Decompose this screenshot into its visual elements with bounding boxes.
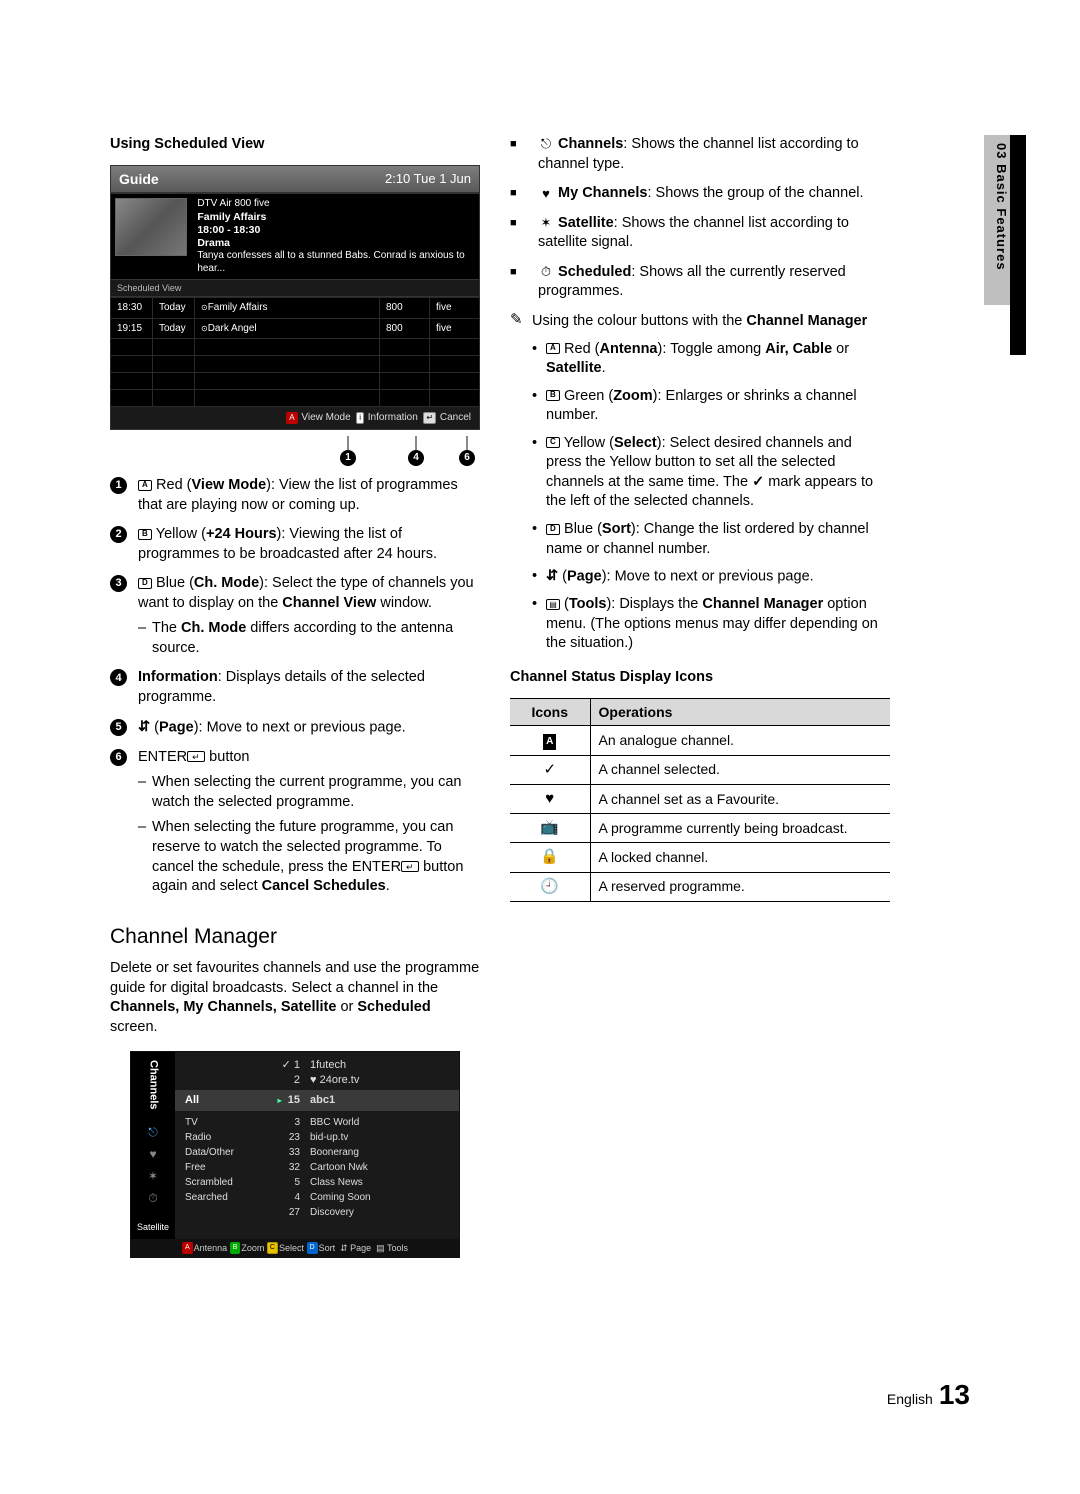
colour-buttons-list: Red (Antenna): Toggle among Air, Cable o… xyxy=(510,340,890,654)
guide-callout-pointers: 1 4 6 xyxy=(110,436,480,466)
channel-manager-heading: Channel Manager xyxy=(110,923,480,951)
cm-satellite-label: Satellite xyxy=(137,1217,169,1239)
guide-prog-genre: Drama xyxy=(197,237,473,250)
guide-panel: Guide 2:10 Tue 1 Jun DTV Air 800 five Fa… xyxy=(110,165,480,430)
guide-prog-time: 18:00 - 18:30 xyxy=(197,224,473,237)
scheduled-view-label: Scheduled View xyxy=(110,280,480,297)
callout-item: Yellow (+24 Hours): Viewing the list of … xyxy=(110,525,480,564)
colour-button-item: Red (Antenna): Toggle among Air, Cable o… xyxy=(532,340,890,379)
channel-type-list: ⎋ Channels: Shows the channel list accor… xyxy=(510,135,890,302)
chapter-tab: 03 Basic Features xyxy=(984,135,1010,305)
callout-item: Red (View Mode): View the list of progra… xyxy=(110,476,480,515)
callout-item: Information: Displays details of the sel… xyxy=(110,668,480,707)
cm-bottom-bar: AAntenna BZoom CSelect DSort ⇵ Page ▤ To… xyxy=(131,1239,459,1258)
guide-clock: 2:10 Tue 1 Jun xyxy=(385,170,471,189)
callout-item: ENTER buttonWhen selecting the current p… xyxy=(110,748,480,897)
cm-side-label: Channels xyxy=(146,1052,161,1118)
status-icons-table: IconsOperations An analogue channel.✓A c… xyxy=(510,698,890,902)
channel-type-item: ♥ My Channels: Shows the group of the ch… xyxy=(510,184,890,204)
channel-manager-panel: Channels ⎋♥✶⏱ Satellite ✓ 121futech♥ 24o… xyxy=(130,1051,460,1258)
colour-button-item: (Tools): Displays the Channel Manager op… xyxy=(532,595,890,654)
callout-item: (Page): Move to next or previous page. xyxy=(110,718,480,738)
colour-button-item: Green (Zoom): Enlarges or shrinks a chan… xyxy=(532,387,890,426)
colour-button-item: Yellow (Select): Select desired channels… xyxy=(532,434,890,512)
scheduled-view-heading: Using Scheduled View xyxy=(110,135,480,155)
guide-thumbnail xyxy=(115,198,187,256)
channel-manager-intro: Delete or set favourites channels and us… xyxy=(110,959,480,1037)
guide-title: Guide xyxy=(119,170,159,189)
channel-type-item: ⎋ Channels: Shows the channel list accor… xyxy=(510,135,890,174)
guide-schedule-table: 18:30Today⊙Family Affairs800five 19:15To… xyxy=(110,297,480,407)
colour-button-item: Blue (Sort): Change the list ordered by … xyxy=(532,520,890,559)
colour-button-item: (Page): Move to next or previous page. xyxy=(532,567,890,587)
guide-prog-desc: Tanya confesses all to a stunned Babs. C… xyxy=(197,250,473,275)
callout-item: Blue (Ch. Mode): Select the type of chan… xyxy=(110,574,480,658)
cm-side-icons: ⎋♥✶⏱ xyxy=(148,1118,158,1217)
colour-buttons-note: Using the colour buttons with the Channe… xyxy=(510,312,890,332)
guide-callout-list: Red (View Mode): View the list of progra… xyxy=(110,476,480,897)
guide-source: DTV Air 800 five xyxy=(197,198,473,211)
channel-type-item: ⏱ Scheduled: Shows all the currently res… xyxy=(510,263,890,302)
status-icons-heading: Channel Status Display Icons xyxy=(510,668,890,688)
guide-bottom-bar: A View Mode i Information ↵ Cancel xyxy=(110,407,480,430)
page-footer: English13 xyxy=(887,1376,970,1414)
guide-prog-title: Family Affairs xyxy=(197,211,473,224)
channel-type-item: ✶ Satellite: Shows the channel list acco… xyxy=(510,214,890,253)
